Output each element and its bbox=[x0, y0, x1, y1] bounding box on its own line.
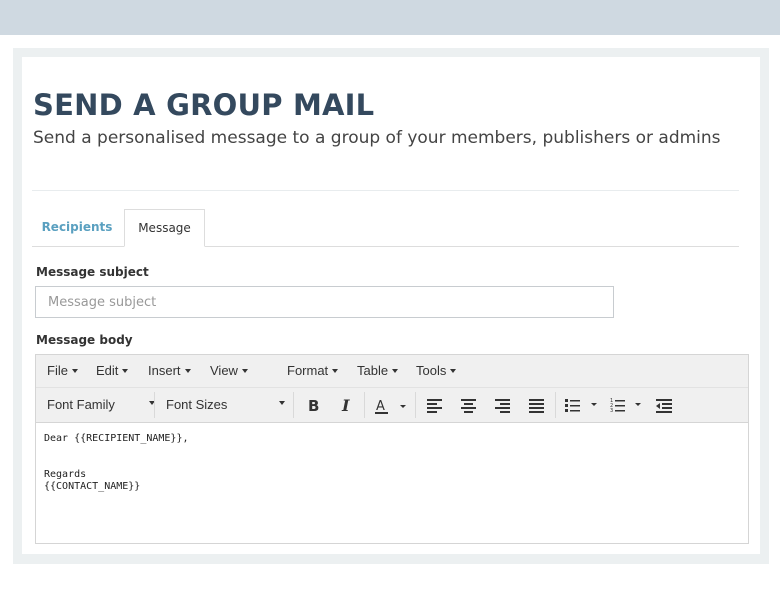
editor-menubar: File Edit Insert View Format Table Tools bbox=[36, 355, 748, 388]
align-center-icon[interactable] bbox=[460, 397, 477, 413]
menu-table-label: Table bbox=[357, 363, 389, 378]
menu-view[interactable]: View bbox=[210, 355, 248, 387]
menu-file[interactable]: File bbox=[47, 355, 78, 387]
svg-text:3: 3 bbox=[610, 408, 613, 413]
italic-icon[interactable]: I bbox=[339, 397, 355, 413]
menu-tools-label: Tools bbox=[416, 363, 447, 378]
toolbar-separator bbox=[293, 392, 294, 418]
toolbar-separator bbox=[555, 392, 556, 418]
editor-body[interactable]: Dear {{RECIPIENT_NAME}}, Regards {{CONTA… bbox=[44, 433, 189, 493]
svg-text:I: I bbox=[341, 397, 350, 413]
editor-toolbar: Font Family Font Sizes B I A 1 2 3 bbox=[36, 388, 748, 423]
font-family-label: Font Family bbox=[47, 397, 115, 412]
menu-edit-label: Edit bbox=[96, 363, 119, 378]
menu-insert[interactable]: Insert bbox=[148, 355, 191, 387]
font-family-select[interactable]: Font Family bbox=[47, 388, 155, 422]
toolbar-separator bbox=[415, 392, 416, 418]
page-subtitle: Send a personalised message to a group o… bbox=[33, 128, 721, 148]
align-left-icon[interactable] bbox=[426, 397, 443, 413]
body-line: {{CONTACT_NAME}} bbox=[44, 481, 141, 492]
bold-icon[interactable]: B bbox=[305, 397, 321, 413]
menu-table[interactable]: Table bbox=[357, 355, 399, 387]
bullet-list-icon[interactable] bbox=[564, 397, 602, 413]
menu-insert-label: Insert bbox=[148, 363, 181, 378]
chevron-down-icon bbox=[184, 368, 191, 373]
chevron-down-icon bbox=[279, 401, 285, 405]
tab-bar: Recipients Message bbox=[32, 209, 739, 247]
chevron-down-icon bbox=[241, 368, 248, 373]
body-line: Dear {{RECIPIENT_NAME}}, bbox=[44, 433, 189, 444]
top-bar bbox=[0, 0, 780, 35]
svg-text:B: B bbox=[308, 397, 319, 413]
numbered-list-icon[interactable]: 1 2 3 bbox=[610, 397, 648, 413]
body-line: Regards bbox=[44, 469, 87, 480]
menu-file-label: File bbox=[47, 363, 68, 378]
body-line bbox=[44, 457, 189, 469]
menu-format-label: Format bbox=[287, 363, 329, 378]
message-subject-input[interactable] bbox=[35, 286, 614, 318]
chevron-down-icon bbox=[392, 368, 399, 373]
menu-format[interactable]: Format bbox=[287, 355, 339, 387]
align-justify-icon[interactable] bbox=[528, 397, 545, 413]
page-title: SEND A GROUP MAIL bbox=[33, 88, 375, 122]
chevron-down-icon bbox=[71, 368, 78, 373]
divider bbox=[32, 190, 739, 191]
text-color-icon[interactable]: A bbox=[373, 397, 411, 415]
menu-view-label: View bbox=[210, 363, 238, 378]
toolbar-separator bbox=[154, 392, 155, 418]
tab-message[interactable]: Message bbox=[124, 209, 205, 247]
chevron-down-icon bbox=[332, 368, 339, 373]
chevron-down-icon bbox=[450, 368, 457, 373]
toolbar-separator bbox=[364, 392, 365, 418]
menu-edit[interactable]: Edit bbox=[96, 355, 129, 387]
message-subject-label: Message subject bbox=[36, 265, 149, 279]
tab-recipients[interactable]: Recipients bbox=[32, 209, 122, 247]
rich-text-editor: File Edit Insert View Format Table Tools… bbox=[35, 354, 749, 544]
align-right-icon[interactable] bbox=[494, 397, 511, 413]
svg-text:A: A bbox=[376, 399, 385, 414]
menu-tools[interactable]: Tools bbox=[416, 355, 457, 387]
message-body-label: Message body bbox=[36, 333, 133, 347]
font-sizes-select[interactable]: Font Sizes bbox=[166, 388, 286, 422]
outdent-icon[interactable] bbox=[655, 397, 673, 413]
chevron-down-icon bbox=[122, 368, 129, 373]
font-sizes-label: Font Sizes bbox=[166, 397, 228, 412]
body-line bbox=[44, 445, 189, 457]
